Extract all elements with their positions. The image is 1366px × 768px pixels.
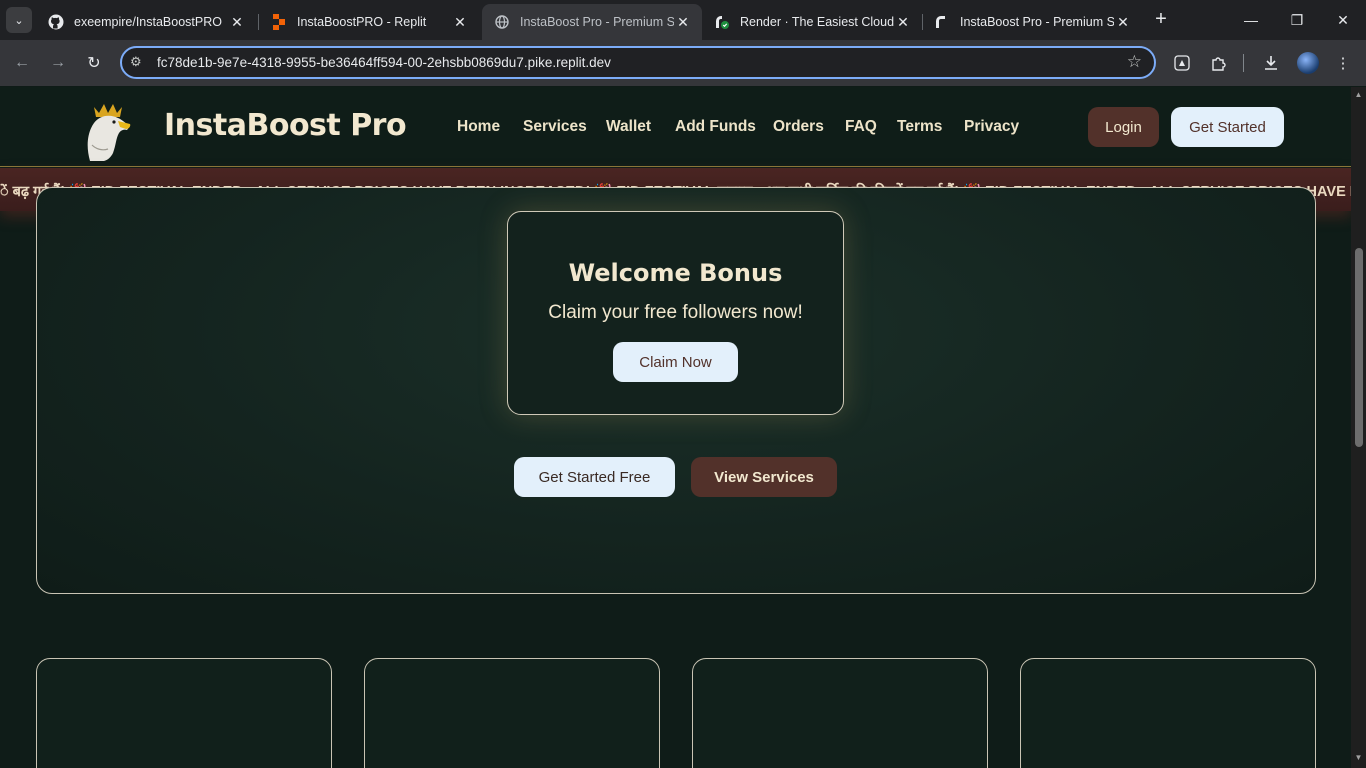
extension-icon[interactable] [1170,52,1194,74]
feature-card [36,658,332,768]
arrow-right-icon: → [50,54,66,71]
close-icon[interactable]: ✕ [1114,13,1132,31]
close-icon[interactable]: ✕ [894,13,912,31]
minimize-button[interactable]: — [1228,0,1274,40]
restore-icon: ❐ [1290,11,1304,28]
browser-tab[interactable]: exeempire/InstaBoostPRO ✕ [36,4,256,40]
tab-title: InstaBoost Pro - Premium SMM [520,15,674,29]
browser-tab[interactable]: InstaBoostPRO - Replit ✕ [259,4,479,40]
render-icon [934,14,950,30]
claim-now-button[interactable]: Claim Now [613,342,738,382]
bonus-subtitle: Claim your free followers now! [548,302,803,323]
url-text[interactable]: fc78de1b-9e7e-4318-9955-be36464ff594-00-… [157,55,611,70]
replit-icon [271,14,287,30]
nav-wallet[interactable]: Wallet [606,118,651,136]
feature-card [364,658,660,768]
nav-services[interactable]: Services [523,118,587,136]
github-icon [48,14,64,30]
nav-orders[interactable]: Orders [773,118,824,136]
arrow-left-icon: ← [14,54,30,71]
brand-name[interactable]: InstaBoost Pro [164,108,407,143]
eagle-logo-icon[interactable] [84,93,132,161]
site-settings-icon[interactable]: ⚙ [130,54,142,70]
feature-card [1020,658,1316,768]
tab-title: InstaBoostPRO - Replit [297,15,427,29]
globe-icon [494,14,510,30]
get-started-free-button[interactable]: Get Started Free [514,457,675,497]
restore-button[interactable]: ❐ [1274,0,1320,40]
page-scrollbar[interactable]: ▲ ▼ [1351,87,1366,768]
nav-add-funds[interactable]: Add Funds [675,118,756,136]
get-started-button[interactable]: Get Started [1171,107,1284,147]
menu-dots-icon[interactable]: ⋮ [1331,52,1355,74]
tab-search-button[interactable]: ⌄ [6,7,32,33]
close-icon[interactable]: ✕ [451,13,469,31]
address-bar[interactable]: ⚙ fc78de1b-9e7e-4318-9955-be36464ff594-0… [120,46,1156,79]
minimize-icon: — [1244,12,1258,28]
download-icon[interactable] [1259,52,1283,74]
browser-tab[interactable]: Render · The Easiest Cloud For ✕ [702,4,922,40]
scroll-thumb[interactable] [1355,248,1363,447]
close-icon[interactable]: ✕ [228,13,246,31]
scroll-up-icon[interactable]: ▲ [1353,90,1364,99]
tab-title: InstaBoost Pro - Premium SMM [960,15,1114,29]
nav-home[interactable]: Home [457,118,500,136]
bonus-title: Welcome Bonus [568,259,783,287]
plus-icon: + [1155,7,1167,30]
browser-tab-strip: ⌄ exeempire/InstaBoostPRO ✕ InstaBoostPR… [0,0,1366,40]
browser-tab-active[interactable]: InstaBoost Pro - Premium SMM ✕ [482,4,702,40]
extensions-puzzle-icon[interactable] [1206,52,1230,74]
scroll-down-icon[interactable]: ▼ [1353,753,1364,762]
nav-faq[interactable]: FAQ [845,118,877,136]
login-button[interactable]: Login [1088,107,1159,147]
close-window-button[interactable]: ✕ [1320,0,1366,40]
close-icon[interactable]: ✕ [674,13,692,31]
welcome-bonus-card: Welcome Bonus Claim your free followers … [507,211,844,415]
new-tab-button[interactable]: + [1150,8,1172,30]
forward-button[interactable]: → [46,51,70,75]
view-services-button[interactable]: View Services [691,457,837,497]
tab-title: Render · The Easiest Cloud For [740,15,894,29]
back-button[interactable]: ← [10,51,34,75]
chevron-down-icon: ⌄ [14,14,24,27]
site-header: InstaBoost Pro Home Services Wallet Add … [0,87,1351,167]
bookmark-star-icon[interactable]: ☆ [1127,52,1142,72]
profile-avatar[interactable] [1297,52,1319,74]
toolbar-divider [1243,54,1244,72]
nav-terms[interactable]: Terms [897,118,942,136]
tab-title: exeempire/InstaBoostPRO [74,15,222,29]
feature-card [692,658,988,768]
browser-tab[interactable]: InstaBoost Pro - Premium SMM ✕ [922,4,1142,40]
reload-button[interactable]: ↻ [82,51,106,75]
close-icon: ✕ [1337,11,1349,28]
render-icon [714,14,730,30]
website-viewport: InstaBoost Pro Home Services Wallet Add … [0,87,1351,768]
reload-icon: ↻ [87,55,101,72]
nav-privacy[interactable]: Privacy [964,118,1019,136]
